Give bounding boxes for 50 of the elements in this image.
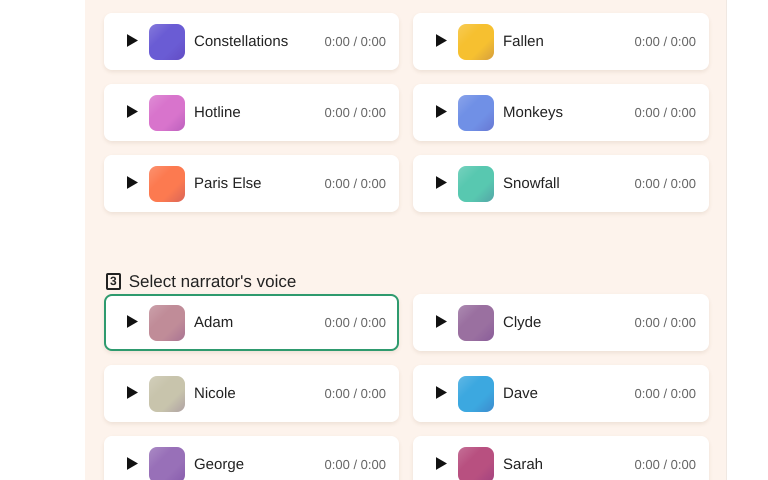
play-icon[interactable] — [127, 457, 138, 470]
track-time: 0:00 / 0:00 — [634, 34, 696, 49]
track-time: 0:00 / 0:00 — [324, 176, 386, 191]
music-track-card[interactable]: Hotline 0:00 / 0:00 — [104, 84, 399, 141]
voice-option-card[interactable]: Sarah 0:00 / 0:00 — [413, 436, 709, 480]
voice-option-card[interactable]: Nicole 0:00 / 0:00 — [104, 365, 399, 422]
track-name: Paris Else — [194, 175, 263, 192]
step-number: 3 — [106, 273, 121, 290]
play-icon[interactable] — [127, 176, 138, 189]
music-track-card[interactable]: Fallen 0:00 / 0:00 — [413, 13, 709, 70]
voice-name: Adam — [194, 314, 234, 331]
track-name: Monkeys — [503, 104, 564, 121]
track-name: Fallen — [503, 33, 545, 50]
track-time: 0:00 / 0:00 — [324, 105, 386, 120]
track-time: 0:00 / 0:00 — [634, 176, 696, 191]
track-time: 0:00 / 0:00 — [324, 34, 386, 49]
play-icon[interactable] — [127, 34, 138, 47]
voice-time: 0:00 / 0:00 — [324, 386, 386, 401]
play-icon[interactable] — [127, 105, 138, 118]
play-icon[interactable] — [436, 386, 447, 399]
track-name: Constellations — [194, 33, 290, 50]
voice-option-card[interactable]: Dave 0:00 / 0:00 — [413, 365, 709, 422]
voice-name: George — [194, 456, 246, 473]
voice-name: Nicole — [194, 385, 237, 402]
music-track-card[interactable]: Snowfall 0:00 / 0:00 — [413, 155, 709, 212]
play-icon[interactable] — [436, 315, 447, 328]
voice-time: 0:00 / 0:00 — [634, 457, 696, 472]
play-icon[interactable] — [127, 386, 138, 399]
music-track-card[interactable]: Monkeys 0:00 / 0:00 — [413, 84, 709, 141]
play-icon[interactable] — [436, 34, 447, 47]
music-track-card[interactable]: Constellations 0:00 / 0:00 — [104, 13, 399, 70]
voice-option-card[interactable]: George 0:00 / 0:00 — [104, 436, 399, 480]
voice-name: Clyde — [503, 314, 542, 331]
voice-option-card[interactable]: Clyde 0:00 / 0:00 — [413, 294, 709, 351]
track-name: Snowfall — [503, 175, 561, 192]
voice-name: Sarah — [503, 456, 544, 473]
voice-time: 0:00 / 0:00 — [324, 315, 386, 330]
voice-name: Dave — [503, 385, 540, 402]
voice-time: 0:00 / 0:00 — [634, 315, 696, 330]
music-track-card[interactable]: Paris Else 0:00 / 0:00 — [104, 155, 399, 212]
voice-option-card[interactable]: Adam 0:00 / 0:00 — [104, 294, 399, 351]
voice-time: 0:00 / 0:00 — [634, 386, 696, 401]
track-name: Hotline — [194, 104, 242, 121]
play-icon[interactable] — [127, 315, 138, 328]
play-icon[interactable] — [436, 105, 447, 118]
voice-time: 0:00 / 0:00 — [324, 457, 386, 472]
play-icon[interactable] — [436, 176, 447, 189]
track-time: 0:00 / 0:00 — [634, 105, 696, 120]
section-title: Select narrator's voice — [128, 272, 296, 292]
play-icon[interactable] — [436, 457, 447, 470]
